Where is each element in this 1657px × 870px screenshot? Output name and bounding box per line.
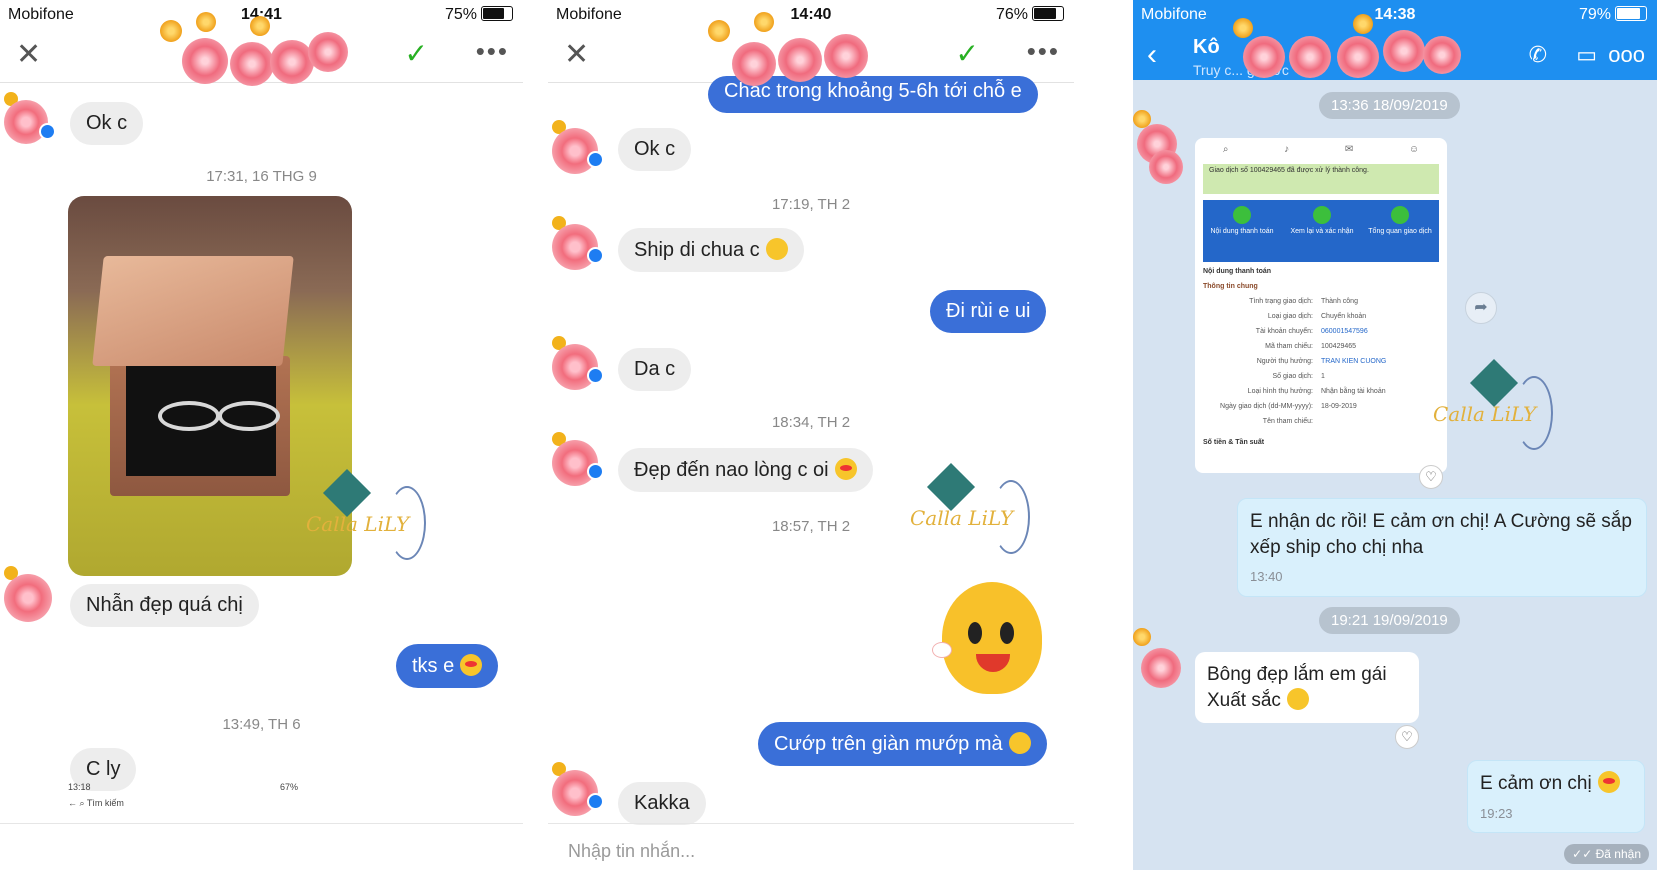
messenger-badge-icon — [587, 367, 604, 384]
message-incoming: Ship di chua c — [618, 228, 804, 272]
contact-avatar[interactable] — [552, 120, 604, 174]
user-icon: ☺ — [1408, 144, 1420, 155]
flower-decoration — [708, 12, 908, 88]
contact-avatar[interactable] — [4, 92, 56, 144]
message-incoming: Kakka — [618, 782, 706, 825]
messenger-badge-icon — [587, 793, 604, 810]
battery-icon — [1615, 6, 1647, 21]
mail-icon: ✉ — [1344, 144, 1354, 155]
message-outgoing: E cảm ơn chị 19:23 — [1467, 760, 1645, 834]
panel-divider — [523, 0, 548, 870]
message-incoming: Ok c — [70, 102, 144, 145]
message-incoming: Ok c — [618, 128, 692, 171]
timestamp: 13:49, TH 6 — [222, 716, 301, 733]
heart-eyes-emoji-icon — [834, 458, 857, 480]
back-arrow-icon: ← — [68, 798, 77, 808]
progress-steps: Nội dung thanh toán Xem lại và xác nhận … — [1203, 200, 1439, 262]
yellow-character-sticker[interactable] — [932, 582, 1052, 700]
message-incoming: Da c — [618, 348, 692, 391]
phone-icon[interactable]: ✆ — [1529, 42, 1547, 68]
message-incoming: Bông đẹp lắm em gái Xuất sắc — [1195, 652, 1419, 724]
close-icon[interactable]: ✕ — [16, 40, 41, 70]
battery-icon — [1032, 6, 1064, 21]
success-banner: Giao dịch số 100429465 đã được xử lý thà… — [1203, 164, 1439, 194]
receipt-details: Nội dung thanh toán Thông tin chung Tình… — [1203, 268, 1387, 446]
close-icon[interactable]: ✕ — [564, 40, 589, 70]
message-outgoing: E nhận dc rồi! E cảm ơn chị! A Cường sẽ … — [1237, 498, 1647, 597]
panel-divider — [1074, 0, 1133, 870]
kiss-emoji-icon — [460, 654, 483, 676]
contact-avatar[interactable] — [1133, 110, 1193, 186]
laughing-emoji-icon — [1286, 687, 1309, 710]
chat-screenshot-zalo: Mobifone 14:38 79% ‹ Kô Truy c... g rước… — [1133, 0, 1657, 870]
battery-indicator: 75% — [445, 6, 513, 24]
more-options-icon[interactable]: ••• — [1027, 38, 1060, 64]
contact-avatar[interactable] — [1133, 628, 1193, 708]
message-input[interactable]: Nhập tin nhắn... — [568, 841, 695, 862]
message-outgoing: Đi rùi e ui — [930, 290, 1047, 333]
messenger-badge-icon — [587, 151, 604, 168]
date-chip: 13:36 18/09/2019 — [1319, 92, 1460, 119]
chat-screenshot-messenger-2: Mobifone 14:40 76% ✕ ✓ ••• Chắc trong kh… — [548, 0, 1074, 870]
status-badge: ✓✓ Đã nhận — [1564, 844, 1649, 864]
date-chip: 19:21 19/09/2019 — [1319, 607, 1460, 634]
timestamp: 18:57, TH 2 — [771, 518, 851, 535]
messenger-badge-icon — [587, 463, 604, 480]
checkmark-icon[interactable]: ✓ — [956, 40, 979, 68]
timestamp: 17:31, 16 THG 9 — [206, 168, 317, 185]
battery-indicator: 76% — [996, 6, 1064, 24]
contact-avatar[interactable] — [552, 432, 604, 486]
timestamp: 17:19, TH 2 — [771, 196, 851, 213]
contact-avatar[interactable] — [4, 566, 54, 622]
flower-decoration — [1233, 12, 1463, 80]
grin-emoji-icon — [765, 238, 788, 260]
flower-decoration — [160, 12, 350, 88]
contact-avatar[interactable] — [552, 762, 604, 816]
embedded-screenshot-preview: 13:18 67% ← ⌕ Tìm kiếm — [68, 782, 298, 808]
calla-lily-watermark: Calla LiLY — [1433, 358, 1553, 456]
bank-transfer-receipt-image[interactable]: ⌕ ♪ ✉ ☺ Giao dịch số 100429465 đã được xử l… — [1195, 138, 1447, 473]
heart-react-icon[interactable]: ♡ — [1395, 725, 1419, 749]
chat-screenshot-messenger-1: Mobifone 14:41 75% ✕ ✓ ••• Ok c 17:31, 1… — [0, 0, 523, 870]
battery-indicator: 79% — [1579, 6, 1647, 24]
calla-lily-watermark: Calla LiLY — [306, 468, 426, 566]
messenger-badge-icon — [39, 123, 56, 140]
kiss-emoji-icon — [1597, 771, 1620, 793]
message-outgoing: tks e — [396, 644, 499, 688]
more-options-icon[interactable]: ooo — [1608, 42, 1645, 68]
calla-lily-watermark: Calla LiLY — [910, 462, 1030, 560]
laughing-emoji-icon — [1008, 732, 1031, 754]
bell-icon: ♪ — [1284, 144, 1290, 155]
heart-react-icon[interactable]: ♡ — [1419, 465, 1443, 489]
battery-icon — [481, 6, 513, 21]
more-options-icon[interactable]: ••• — [476, 38, 509, 64]
back-arrow-icon[interactable]: ‹ — [1147, 40, 1157, 70]
video-call-icon[interactable]: ▭ — [1576, 42, 1597, 68]
message-incoming: Đẹp đến nao lòng c oi — [618, 448, 873, 492]
contact-avatar[interactable] — [552, 216, 604, 270]
timestamp: 18:34, TH 2 — [771, 414, 851, 431]
contact-avatar[interactable] — [552, 336, 604, 390]
share-icon[interactable]: ➦ — [1465, 292, 1497, 324]
search-icon: ⌕ — [79, 798, 85, 808]
message-outgoing: Cướp trên giàn mướp mà — [758, 722, 1047, 766]
search-icon: ⌕ — [1222, 144, 1229, 155]
checkmark-icon[interactable]: ✓ — [405, 40, 428, 68]
message-incoming: Nhẫn đẹp quá chị — [70, 584, 259, 627]
contact-name: Kô — [1193, 36, 1220, 58]
messenger-badge-icon — [587, 247, 604, 264]
